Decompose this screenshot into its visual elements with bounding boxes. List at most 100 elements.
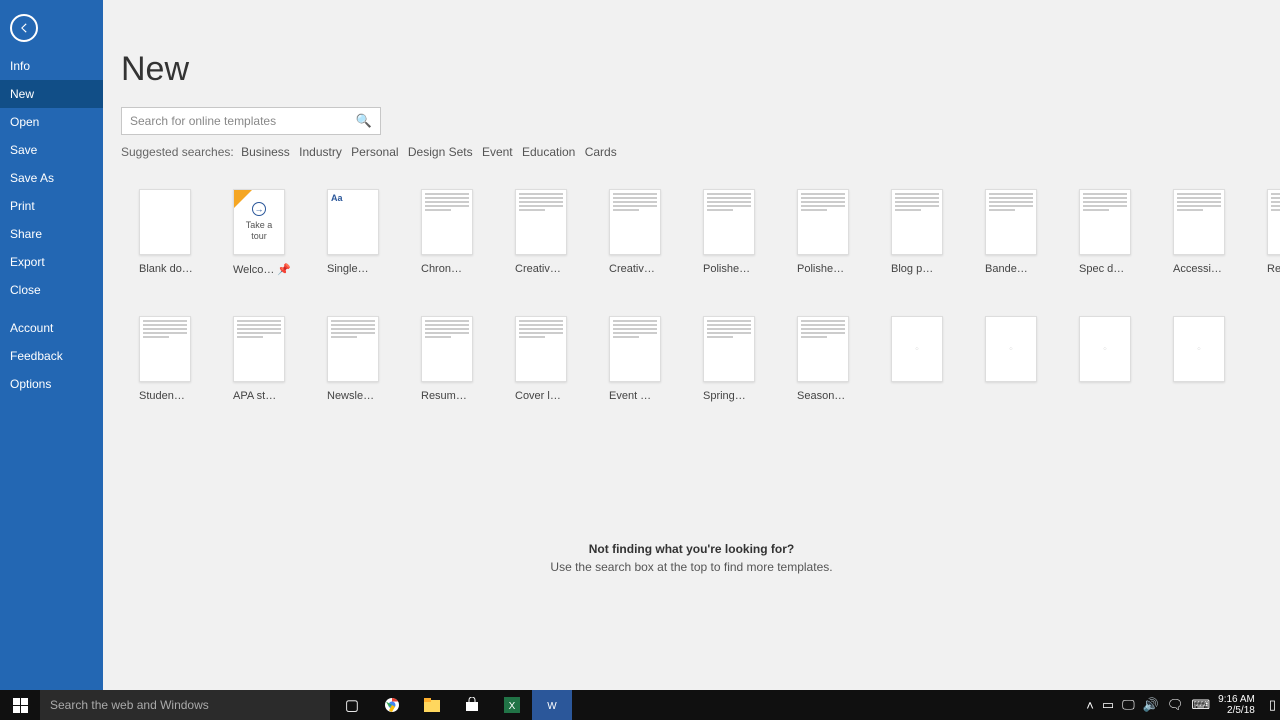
template-tile[interactable]: ◌ xyxy=(1173,316,1233,402)
template-tile[interactable]: Spec d… xyxy=(1079,189,1139,276)
tray-battery-icon[interactable]: ▭ xyxy=(1102,697,1114,713)
sidebar-item-export[interactable]: Export xyxy=(0,248,103,276)
template-label: Season… xyxy=(797,390,857,402)
template-label: Polishe… xyxy=(797,263,857,275)
template-label: Welco… 📌 xyxy=(233,263,293,276)
tray-keyboard-icon[interactable]: ⌨ xyxy=(1191,697,1210,713)
template-label: Accessi… xyxy=(1173,263,1233,275)
template-tile[interactable]: Blank do… xyxy=(139,189,199,276)
not-finding-text: Use the search box at the top to find mo… xyxy=(103,560,1280,574)
template-tile[interactable]: Cover l… xyxy=(515,316,575,402)
main-panel: New 🔍 Suggested searches: Business Indus… xyxy=(103,0,1280,690)
template-label: Creativ… xyxy=(515,263,575,275)
suggested-design-sets[interactable]: Design Sets xyxy=(408,145,473,159)
system-tray: ˄ ▭ 🖵 🔊 🗨 ⌨ 9:16 AM 2/5/18 ▯ xyxy=(1086,694,1280,716)
sidebar-item-new[interactable]: New xyxy=(0,80,103,108)
sidebar-item-close[interactable]: Close xyxy=(0,276,103,304)
template-tile[interactable]: Blog p… xyxy=(891,189,951,276)
cortana-placeholder: Search the web and Windows xyxy=(50,698,209,712)
template-label: Studen… xyxy=(139,390,199,402)
store-icon[interactable] xyxy=(452,690,492,720)
template-tile[interactable]: Creativ… xyxy=(515,189,575,276)
chrome-icon[interactable] xyxy=(372,690,412,720)
svg-text:X: X xyxy=(509,701,516,712)
template-tile[interactable]: Chron… xyxy=(421,189,481,276)
suggested-label: Suggested searches: xyxy=(121,145,234,159)
template-tile[interactable]: Bande… xyxy=(985,189,1045,276)
suggested-event[interactable]: Event xyxy=(482,145,513,159)
sidebar-item-print[interactable]: Print xyxy=(0,192,103,220)
template-label: Single… xyxy=(327,263,387,275)
start-button[interactable] xyxy=(0,690,40,720)
template-label: Polishe… xyxy=(703,263,763,275)
template-tile[interactable]: Polishe… xyxy=(703,189,763,276)
cortana-search[interactable]: Search the web and Windows xyxy=(40,690,330,720)
template-label: Bande… xyxy=(985,263,1045,275)
suggested-personal[interactable]: Personal xyxy=(351,145,398,159)
template-tile[interactable]: ◌ xyxy=(891,316,951,402)
taskbar-apps: ▢ X W xyxy=(332,690,572,720)
template-label: Report… xyxy=(1267,263,1280,275)
template-label: Cover l… xyxy=(515,390,575,402)
template-label: Spec d… xyxy=(1079,263,1139,275)
word-icon[interactable]: W xyxy=(532,690,572,720)
sidebar-item-save[interactable]: Save xyxy=(0,136,103,164)
suggested-education[interactable]: Education xyxy=(522,145,575,159)
template-search-input[interactable] xyxy=(130,114,356,128)
template-tile[interactable]: Resum… xyxy=(421,316,481,402)
search-icon[interactable]: 🔍 xyxy=(356,113,372,129)
template-label: Spring… xyxy=(703,390,763,402)
template-tile[interactable]: Accessi… xyxy=(1173,189,1233,276)
template-tile[interactable]: ◌ xyxy=(1079,316,1139,402)
template-tile[interactable]: Season… xyxy=(797,316,857,402)
tray-chevron-icon[interactable]: ˄ xyxy=(1086,698,1094,713)
file-explorer-icon[interactable] xyxy=(412,690,452,720)
sidebar-item-open[interactable]: Open xyxy=(0,108,103,136)
template-tile[interactable]: Report… xyxy=(1267,189,1280,276)
template-tile[interactable]: Polishe… xyxy=(797,189,857,276)
template-tile[interactable]: AaSingle… xyxy=(327,189,387,276)
tray-notes-icon[interactable]: 🗨 xyxy=(1167,697,1184,713)
taskbar-clock[interactable]: 9:16 AM 2/5/18 xyxy=(1218,694,1261,716)
sidebar-item-account[interactable]: Account xyxy=(0,314,103,342)
sidebar-item-share[interactable]: Share xyxy=(0,220,103,248)
template-tile[interactable]: ◌ xyxy=(985,316,1045,402)
template-row-1: Blank do… →Take atourWelco… 📌 AaSingle… Chr… xyxy=(103,189,1280,276)
template-label: APA st… xyxy=(233,390,293,402)
template-tile[interactable]: Spring… xyxy=(703,316,763,402)
suggested-business[interactable]: Business xyxy=(241,145,290,159)
sidebar-item-options[interactable]: Options xyxy=(0,370,103,398)
template-tile[interactable]: Studen… xyxy=(139,316,199,402)
action-center-icon[interactable]: ▯ xyxy=(1269,697,1276,713)
tray-network-icon[interactable]: 🖵 xyxy=(1122,697,1135,713)
back-button[interactable] xyxy=(10,14,38,42)
not-finding: Not finding what you're looking for? Use… xyxy=(103,542,1280,574)
template-label: Blank do… xyxy=(139,263,199,275)
template-label: Chron… xyxy=(421,263,481,275)
excel-icon[interactable]: X xyxy=(492,690,532,720)
template-search[interactable]: 🔍 xyxy=(121,107,381,135)
task-view-icon[interactable]: ▢ xyxy=(332,690,372,720)
template-label: Newsle… xyxy=(327,390,387,402)
sidebar-item-info[interactable]: Info xyxy=(0,52,103,80)
template-label: Resum… xyxy=(421,390,481,402)
not-finding-heading: Not finding what you're looking for? xyxy=(103,542,1280,556)
clock-time: 9:16 AM xyxy=(1218,694,1255,705)
sidebar-item-save-as[interactable]: Save As xyxy=(0,164,103,192)
template-label: Blog p… xyxy=(891,263,951,275)
template-tile[interactable]: Creativ… xyxy=(609,189,669,276)
sidebar-item-feedback[interactable]: Feedback xyxy=(0,342,103,370)
tray-volume-icon[interactable]: 🔊 xyxy=(1143,697,1159,713)
template-tile[interactable]: APA st… xyxy=(233,316,293,402)
back-arrow-icon xyxy=(17,21,31,35)
windows-icon xyxy=(13,698,28,713)
page-title: New xyxy=(121,50,1280,89)
template-tile[interactable]: Event … xyxy=(609,316,669,402)
svg-text:W: W xyxy=(547,701,557,712)
template-tile[interactable]: Newsle… xyxy=(327,316,387,402)
suggested-cards[interactable]: Cards xyxy=(585,145,617,159)
template-row-2: Studen… APA st… Newsle… Resum… Cover l… Event… xyxy=(103,316,1280,402)
clock-date: 2/5/18 xyxy=(1218,705,1255,716)
suggested-industry[interactable]: Industry xyxy=(299,145,342,159)
template-tile[interactable]: →Take atourWelco… 📌 xyxy=(233,189,293,276)
